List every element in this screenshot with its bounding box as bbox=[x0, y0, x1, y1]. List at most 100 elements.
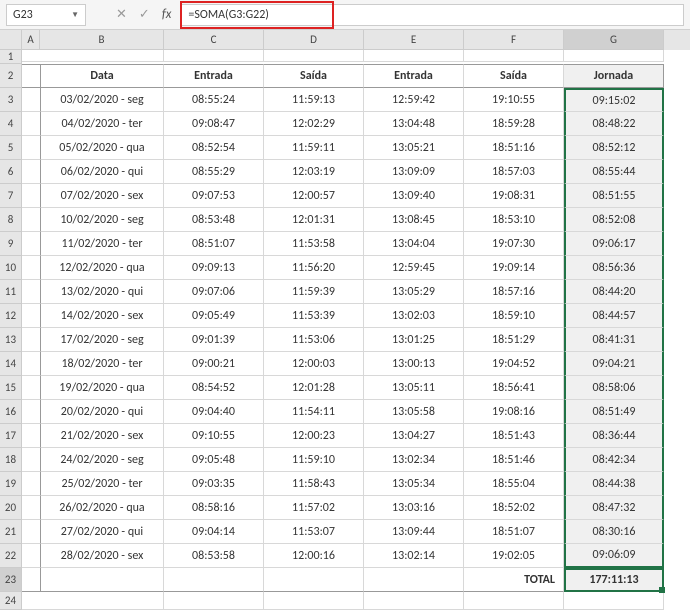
cell-jornada[interactable]: 09:06:09 bbox=[564, 544, 664, 568]
cell-jornada[interactable]: 08:56:36 bbox=[564, 256, 664, 280]
select-all-corner[interactable] bbox=[0, 30, 22, 50]
cancel-icon[interactable]: ✕ bbox=[116, 7, 127, 22]
cell-entrada2[interactable]: 13:08:45 bbox=[364, 208, 464, 232]
cell[interactable] bbox=[564, 50, 664, 62]
cell-entrada1[interactable]: 09:05:48 bbox=[164, 448, 264, 472]
cell-saida1[interactable]: 12:00:57 bbox=[264, 184, 364, 208]
cell[interactable] bbox=[364, 50, 464, 62]
cell-saida2[interactable]: 18:57:03 bbox=[464, 160, 564, 184]
cell-saida2[interactable]: 18:51:43 bbox=[464, 424, 564, 448]
row-header[interactable]: 18 bbox=[0, 448, 22, 472]
cell[interactable] bbox=[22, 112, 40, 136]
cell[interactable] bbox=[22, 160, 40, 184]
row-header[interactable]: 3 bbox=[0, 88, 22, 112]
cell-entrada1[interactable]: 08:51:07 bbox=[164, 232, 264, 256]
cell-saida2[interactable]: 18:51:29 bbox=[464, 328, 564, 352]
cell[interactable] bbox=[22, 472, 40, 496]
cell[interactable] bbox=[164, 568, 264, 592]
cell-saida1[interactable]: 11:53:39 bbox=[264, 304, 364, 328]
row-header[interactable]: 10 bbox=[0, 256, 22, 280]
cell-data[interactable]: 04/02/2020 - ter bbox=[40, 112, 164, 136]
cell[interactable] bbox=[22, 64, 40, 88]
cell[interactable] bbox=[22, 448, 40, 472]
row-header[interactable]: 8 bbox=[0, 208, 22, 232]
cell-jornada[interactable]: 08:42:34 bbox=[564, 448, 664, 472]
col-header-b[interactable]: B bbox=[40, 30, 164, 50]
cell-entrada2[interactable]: 13:03:16 bbox=[364, 496, 464, 520]
cell-entrada1[interactable]: 08:55:24 bbox=[164, 88, 264, 112]
cell[interactable] bbox=[22, 304, 40, 328]
cell-saida1[interactable]: 11:59:39 bbox=[264, 280, 364, 304]
cell-data[interactable]: 06/02/2020 - qui bbox=[40, 160, 164, 184]
row-header[interactable]: 2 bbox=[0, 64, 22, 88]
cell-data[interactable]: 05/02/2020 - qua bbox=[40, 136, 164, 160]
cell-entrada1[interactable]: 08:55:29 bbox=[164, 160, 264, 184]
cell[interactable] bbox=[264, 568, 364, 592]
row-header[interactable]: 14 bbox=[0, 352, 22, 376]
header-data[interactable]: Data bbox=[40, 64, 164, 88]
row-header[interactable]: 7 bbox=[0, 184, 22, 208]
cell-entrada1[interactable]: 09:08:47 bbox=[164, 112, 264, 136]
cell-entrada2[interactable]: 13:00:13 bbox=[364, 352, 464, 376]
cell-entrada2[interactable]: 13:02:14 bbox=[364, 544, 464, 568]
cell-saida2[interactable]: 18:51:07 bbox=[464, 520, 564, 544]
cell-entrada1[interactable]: 09:07:06 bbox=[164, 280, 264, 304]
cell-jornada[interactable]: 09:04:21 bbox=[564, 352, 664, 376]
cell-entrada2[interactable]: 13:05:21 bbox=[364, 136, 464, 160]
cell[interactable] bbox=[22, 424, 40, 448]
spreadsheet-grid[interactable]: A B C D E F G 1 2 Data Entrada Saída Ent… bbox=[0, 30, 690, 610]
row-header[interactable]: 6 bbox=[0, 160, 22, 184]
check-icon[interactable]: ✓ bbox=[139, 7, 150, 22]
cell-entrada2[interactable]: 13:02:34 bbox=[364, 448, 464, 472]
cell-entrada1[interactable]: 09:09:13 bbox=[164, 256, 264, 280]
header-saida1[interactable]: Saída bbox=[264, 64, 364, 88]
cell[interactable] bbox=[40, 50, 164, 62]
cell-saida2[interactable]: 19:02:05 bbox=[464, 544, 564, 568]
row-header[interactable]: 20 bbox=[0, 496, 22, 520]
cell[interactable] bbox=[22, 592, 40, 610]
cell-saida2[interactable]: 18:51:16 bbox=[464, 136, 564, 160]
cell[interactable] bbox=[40, 568, 164, 592]
row-header[interactable]: 1 bbox=[0, 50, 22, 64]
cell-data[interactable]: 13/02/2020 - qui bbox=[40, 280, 164, 304]
cell-entrada1[interactable]: 08:53:58 bbox=[164, 544, 264, 568]
cell-entrada1[interactable]: 09:04:14 bbox=[164, 520, 264, 544]
cell-saida1[interactable]: 12:01:31 bbox=[264, 208, 364, 232]
formula-bar[interactable]: =SOMA(G3:G22) bbox=[181, 4, 684, 26]
cell[interactable] bbox=[22, 50, 40, 62]
cell[interactable] bbox=[22, 208, 40, 232]
cell-saida1[interactable]: 12:00:23 bbox=[264, 424, 364, 448]
cell-data[interactable]: 07/02/2020 - sex bbox=[40, 184, 164, 208]
total-label[interactable]: TOTAL bbox=[464, 568, 564, 592]
cell-entrada1[interactable]: 09:05:49 bbox=[164, 304, 264, 328]
cell-data[interactable]: 27/02/2020 - qui bbox=[40, 520, 164, 544]
cell-jornada[interactable]: 09:06:17 bbox=[564, 232, 664, 256]
cell-entrada2[interactable]: 13:09:40 bbox=[364, 184, 464, 208]
cell-jornada[interactable]: 09:15:02 bbox=[564, 88, 664, 112]
cell[interactable] bbox=[22, 136, 40, 160]
row-header[interactable]: 17 bbox=[0, 424, 22, 448]
cell-entrada1[interactable]: 09:04:40 bbox=[164, 400, 264, 424]
cell-saida2[interactable]: 18:59:28 bbox=[464, 112, 564, 136]
cell-saida1[interactable]: 11:59:11 bbox=[264, 136, 364, 160]
cell[interactable] bbox=[22, 280, 40, 304]
cell-saida2[interactable]: 19:09:14 bbox=[464, 256, 564, 280]
cell[interactable] bbox=[22, 376, 40, 400]
cell-data[interactable]: 19/02/2020 - qua bbox=[40, 376, 164, 400]
cell-entrada1[interactable]: 09:07:53 bbox=[164, 184, 264, 208]
cell-entrada1[interactable]: 09:03:35 bbox=[164, 472, 264, 496]
col-header-e[interactable]: E bbox=[364, 30, 464, 50]
col-header-f[interactable]: F bbox=[464, 30, 564, 50]
chevron-down-icon[interactable]: ▼ bbox=[71, 10, 79, 20]
cell[interactable] bbox=[364, 592, 464, 610]
cell-data[interactable]: 21/02/2020 - sex bbox=[40, 424, 164, 448]
cell[interactable] bbox=[22, 184, 40, 208]
cell-saida1[interactable]: 12:03:19 bbox=[264, 160, 364, 184]
cell-data[interactable]: 20/02/2020 - qui bbox=[40, 400, 164, 424]
cell[interactable] bbox=[264, 50, 364, 62]
cell[interactable] bbox=[464, 50, 564, 62]
cell[interactable] bbox=[22, 400, 40, 424]
row-header[interactable]: 13 bbox=[0, 328, 22, 352]
header-jornada[interactable]: Jornada bbox=[564, 64, 664, 88]
cell-saida2[interactable]: 19:08:16 bbox=[464, 400, 564, 424]
